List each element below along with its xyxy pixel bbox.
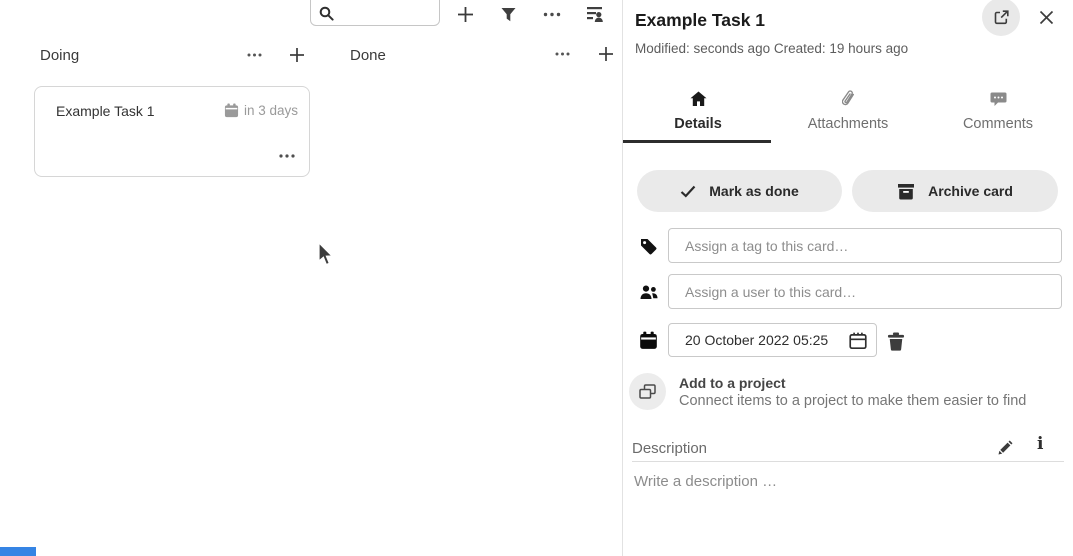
column-title-doing: Doing	[40, 47, 79, 64]
remove-due-date-button[interactable]	[887, 328, 913, 354]
panel-meta: Modified: seconds ago Created: 19 hours …	[635, 41, 908, 56]
column-done-add-card-button[interactable]	[592, 40, 620, 68]
project-text: Add to a project Connect items to a proj…	[679, 373, 1026, 410]
edit-description-button[interactable]	[997, 436, 1021, 460]
windows-stack-icon	[639, 384, 656, 400]
paperclip-icon	[842, 90, 855, 107]
board-assigned-cards-button[interactable]	[581, 0, 609, 28]
kanban-board: Doing Example Task 1 in 3 days	[0, 0, 622, 556]
card-more-button[interactable]	[273, 142, 301, 170]
archive-icon	[897, 183, 915, 200]
mouse-cursor	[317, 242, 334, 267]
description-divider	[632, 461, 1064, 462]
more-icon	[247, 53, 262, 57]
calendar-icon	[639, 331, 658, 350]
assigned-list-icon	[586, 6, 604, 23]
pencil-icon	[997, 440, 1013, 456]
search-input[interactable]	[311, 0, 439, 25]
tab-details[interactable]: Details	[623, 80, 773, 143]
assign-tag-input[interactable]	[668, 228, 1062, 263]
tab-label: Comments	[963, 116, 1033, 132]
kanban-card[interactable]: Example Task 1 in 3 days	[34, 86, 310, 177]
more-icon	[543, 12, 561, 17]
project-icon-circle	[629, 373, 666, 410]
tab-label: Details	[674, 116, 722, 132]
due-date-field[interactable]	[668, 323, 877, 357]
tag-icon	[640, 238, 657, 255]
comment-icon	[990, 92, 1007, 107]
filter-icon	[501, 7, 516, 22]
panel-title: Example Task 1	[635, 10, 765, 31]
column-title-done: Done	[350, 47, 386, 64]
card-details-panel: Example Task 1 Modified: seconds ago Cre…	[623, 0, 1073, 556]
check-icon	[680, 185, 696, 198]
info-icon[interactable]: i	[1037, 434, 1043, 454]
plus-icon	[598, 46, 614, 62]
mark-as-done-label: Mark as done	[709, 183, 798, 199]
add-to-project-title: Add to a project	[679, 373, 1026, 391]
archive-card-label: Archive card	[928, 183, 1013, 199]
archive-card-button[interactable]: Archive card	[852, 170, 1058, 212]
plus-icon	[457, 6, 474, 23]
plus-icon	[289, 47, 305, 63]
board-more-button[interactable]	[538, 0, 566, 28]
card-actions: Mark as done Archive card	[637, 170, 1058, 212]
tab-comments[interactable]: Comments	[923, 80, 1073, 143]
card-due-badge: in 3 days	[224, 103, 298, 118]
users-icon	[640, 284, 658, 300]
column-doing-add-card-button[interactable]	[283, 41, 311, 69]
external-link-icon	[993, 9, 1010, 26]
close-icon	[1039, 10, 1054, 25]
board-add-button[interactable]	[451, 0, 479, 28]
add-to-project-row[interactable]: Add to a project Connect items to a proj…	[629, 373, 1026, 410]
search-box[interactable]	[310, 0, 440, 26]
tab-attachments[interactable]: Attachments	[773, 80, 923, 143]
calendar-icon	[224, 103, 239, 118]
close-panel-button[interactable]	[1036, 7, 1056, 27]
accent-bar	[0, 547, 36, 556]
trash-icon	[887, 332, 905, 351]
due-date-input[interactable]	[669, 324, 876, 356]
card-title: Example Task 1	[56, 103, 155, 119]
description-label: Description	[632, 440, 707, 457]
popout-button[interactable]	[982, 0, 1020, 36]
board-filter-button[interactable]	[494, 0, 522, 28]
home-icon	[690, 91, 707, 107]
mark-as-done-button[interactable]: Mark as done	[637, 170, 842, 212]
tab-label: Attachments	[808, 116, 889, 132]
add-to-project-subtitle: Connect items to a project to make them …	[679, 393, 1026, 409]
more-icon	[279, 154, 295, 158]
description-placeholder[interactable]: Write a description …	[634, 473, 777, 490]
column-done-more-button[interactable]	[548, 40, 576, 68]
calendar-outline-icon	[848, 331, 868, 351]
assign-user-input[interactable]	[668, 274, 1062, 309]
tab-bar: Details Attachments Comments	[623, 80, 1073, 143]
date-picker-button[interactable]	[848, 330, 870, 352]
more-icon	[555, 52, 570, 56]
column-doing-more-button[interactable]	[240, 41, 268, 69]
card-due-text: in 3 days	[244, 103, 298, 118]
